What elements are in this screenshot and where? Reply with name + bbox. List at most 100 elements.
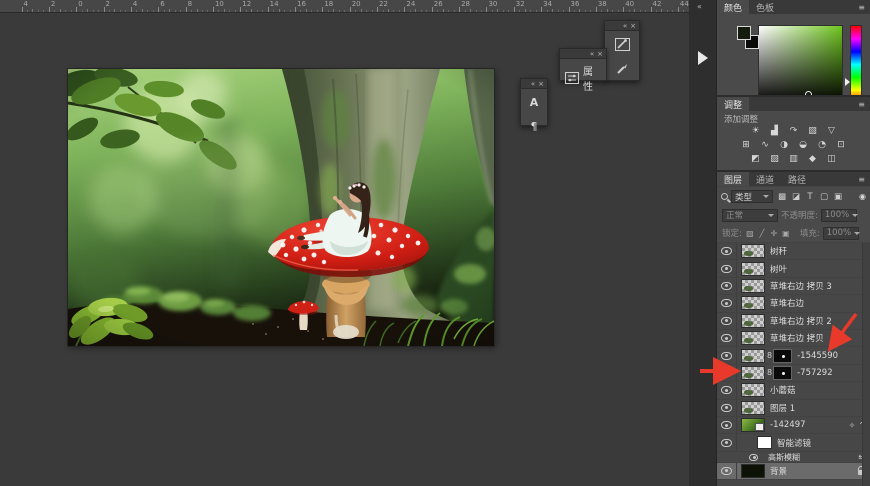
layer-row[interactable]: 小蘑菇 <box>717 382 870 399</box>
adjustment-icon[interactable]: ◫ <box>824 152 839 165</box>
eye-icon[interactable] <box>721 317 732 325</box>
filter-kind-icon[interactable]: ▣ <box>832 192 844 202</box>
layer-row[interactable]: 高斯模糊⇆ <box>717 452 870 463</box>
close-icon[interactable]: × <box>597 50 603 58</box>
layer-thumbnail[interactable] <box>741 279 765 293</box>
filter-toggle-icon[interactable]: ◉ <box>859 192 866 201</box>
lock-icon[interactable]: ✛ <box>769 229 779 238</box>
close-icon[interactable]: × <box>630 22 636 30</box>
adjustment-icon[interactable]: ◔ <box>815 138 830 151</box>
layer-thumbnail[interactable] <box>741 314 765 328</box>
eye-icon[interactable] <box>721 439 732 447</box>
adjustment-icon[interactable]: ▧ <box>805 124 820 137</box>
canvas-image[interactable] <box>68 69 494 346</box>
eye-icon[interactable] <box>721 352 732 360</box>
layers-menu-icon[interactable]: ≡ <box>858 175 865 184</box>
layer-row[interactable]: 草堆右边 拷贝 3 <box>717 278 870 295</box>
adjustment-icon[interactable]: ∿ <box>758 138 773 151</box>
eye-icon[interactable] <box>721 334 732 342</box>
eye-icon[interactable] <box>721 386 732 394</box>
layers-scrollbar[interactable] <box>862 243 870 486</box>
adjustment-icon[interactable]: ▥ <box>786 152 801 165</box>
layer-thumbnail[interactable] <box>741 331 765 345</box>
layer-thumbnail[interactable] <box>741 464 765 478</box>
close-icon[interactable]: × <box>538 80 544 88</box>
eye-icon[interactable] <box>721 247 732 255</box>
tab-paths[interactable]: 路径 <box>781 172 813 186</box>
fill-field[interactable]: 100% <box>823 227 859 240</box>
adjustment-icon[interactable]: ◒ <box>796 138 811 151</box>
adjustment-icon[interactable]: ☀ <box>748 124 763 137</box>
layer-row[interactable]: -142497✧⌃ <box>717 417 870 434</box>
hue-slider[interactable] <box>850 25 862 104</box>
color-panel-menu-icon[interactable]: ≡ <box>858 3 865 12</box>
collapse-icon[interactable]: « <box>623 22 627 30</box>
layer-row[interactable]: 智能滤镜 <box>717 434 870 452</box>
layer-row[interactable]: 8-1545590 <box>717 347 870 364</box>
properties-panel-button[interactable]: 属性 <box>560 59 606 97</box>
layer-thumbnail[interactable] <box>741 262 765 276</box>
foreground-color-swatch[interactable] <box>737 26 751 40</box>
eye-icon[interactable] <box>721 404 732 412</box>
layer-thumbnail[interactable] <box>741 383 765 397</box>
tab-swatches[interactable]: 色板 <box>749 0 781 14</box>
layer-thumbnail[interactable] <box>741 244 765 258</box>
eye-icon[interactable] <box>721 265 732 273</box>
lock-icon[interactable]: ╱ <box>757 229 767 238</box>
type-dock-header[interactable]: « × <box>521 79 547 89</box>
layer-row[interactable]: 8-757292 <box>717 365 870 382</box>
hue-slider-marker[interactable] <box>845 78 850 86</box>
layer-thumbnail[interactable] <box>741 366 765 380</box>
adjustment-icon[interactable]: ↷ <box>786 124 801 137</box>
tab-channels[interactable]: 通道 <box>749 172 781 186</box>
brush-settings-icon[interactable] <box>611 34 633 54</box>
brush-dock-header[interactable]: « × <box>605 21 639 31</box>
actions-panel-icon[interactable] <box>698 51 708 65</box>
blend-mode-dropdown[interactable]: 正常 <box>722 209 778 222</box>
adjustments-menu-icon[interactable]: ≡ <box>858 100 865 109</box>
collapse-icon[interactable]: « <box>590 50 594 58</box>
adjustment-icon[interactable]: ◩ <box>748 152 763 165</box>
adjustment-icon[interactable]: ⊡ <box>834 138 849 151</box>
layer-thumbnail[interactable] <box>741 349 765 363</box>
filter-kind-icon[interactable]: ▢ <box>818 192 830 202</box>
character-panel-icon[interactable]: A <box>523 92 545 112</box>
adjustment-icon[interactable]: ▨ <box>767 152 782 165</box>
tab-adjustments[interactable]: 调整 <box>717 97 749 111</box>
eye-icon[interactable] <box>721 282 732 290</box>
expand-panels-icon[interactable]: « <box>697 2 702 11</box>
layer-row[interactable]: 图层 1 <box>717 400 870 417</box>
properties-dock-header[interactable]: « × <box>560 49 606 59</box>
layer-row[interactable]: 草堆右边 拷贝 2 <box>717 313 870 330</box>
eye-icon[interactable] <box>721 467 732 475</box>
layer-right-icon[interactable]: ✧ <box>849 421 856 430</box>
tab-layers[interactable]: 图层 <box>717 172 749 186</box>
adjustment-icon[interactable]: ◆ <box>805 152 820 165</box>
layer-thumbnail[interactable] <box>741 401 765 415</box>
eye-icon[interactable] <box>721 421 732 429</box>
filter-kind-icon[interactable]: ◪ <box>790 192 802 202</box>
adjustment-icon[interactable]: ⊞ <box>739 138 754 151</box>
layer-mask-thumbnail[interactable] <box>773 349 792 363</box>
layer-thumbnail[interactable] <box>741 418 765 432</box>
layer-row[interactable]: 草堆右边 <box>717 295 870 312</box>
filter-kind-icon[interactable]: ▩ <box>776 192 788 202</box>
paragraph-panel-icon[interactable]: ¶ <box>523 116 545 136</box>
layer-row[interactable]: 背景 <box>717 463 870 480</box>
lock-icon[interactable]: ▣ <box>781 229 791 238</box>
adjustment-icon[interactable]: ◑ <box>777 138 792 151</box>
saturation-brightness-field[interactable] <box>758 25 843 104</box>
collapse-icon[interactable]: « <box>531 80 535 88</box>
layer-row[interactable]: 树秆 <box>717 243 870 260</box>
layer-thumbnail[interactable] <box>757 436 772 449</box>
eye-icon[interactable] <box>721 299 732 307</box>
filter-type-dropdown[interactable]: 类型 <box>731 190 773 203</box>
lock-icon[interactable]: ▨ <box>745 229 755 238</box>
filter-kind-icon[interactable]: T <box>804 192 816 202</box>
tab-color[interactable]: 颜色 <box>717 0 749 14</box>
adjustment-icon[interactable]: ▽ <box>824 124 839 137</box>
layer-row[interactable]: 草堆右边 拷贝 <box>717 330 870 347</box>
opacity-field[interactable]: 100% <box>821 209 857 222</box>
eye-icon[interactable] <box>749 454 758 461</box>
adjustment-icon[interactable]: ▟ <box>767 124 782 137</box>
